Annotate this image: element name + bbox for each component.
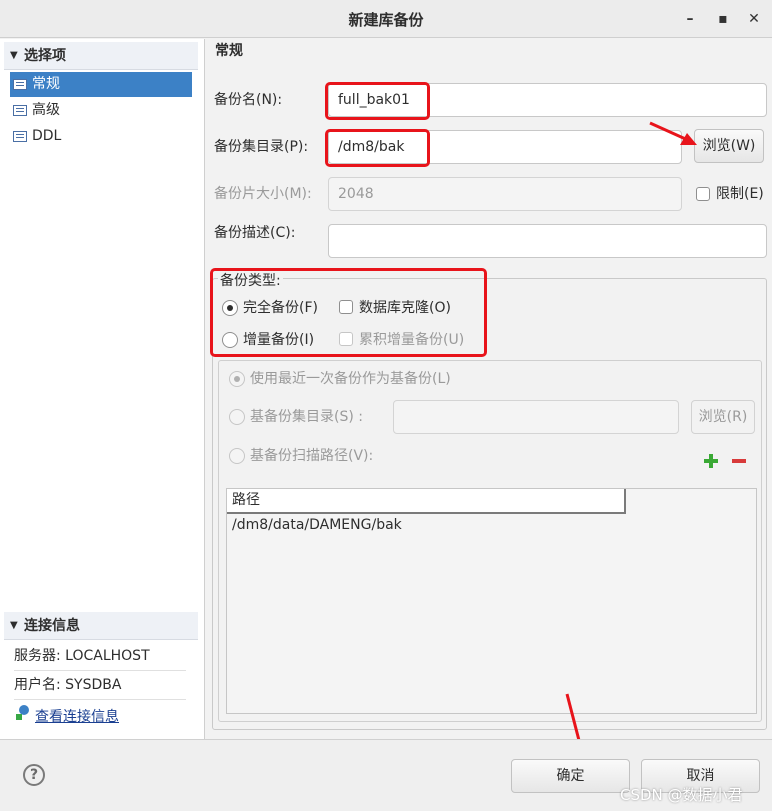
ok-button[interactable]: 确定 bbox=[511, 759, 630, 793]
watermark: CSDN @数据小君 bbox=[620, 786, 743, 804]
annotation-arrows bbox=[565, 121, 697, 762]
help-icon[interactable]: ? bbox=[23, 764, 45, 786]
arrow-to-browse bbox=[649, 121, 697, 145]
